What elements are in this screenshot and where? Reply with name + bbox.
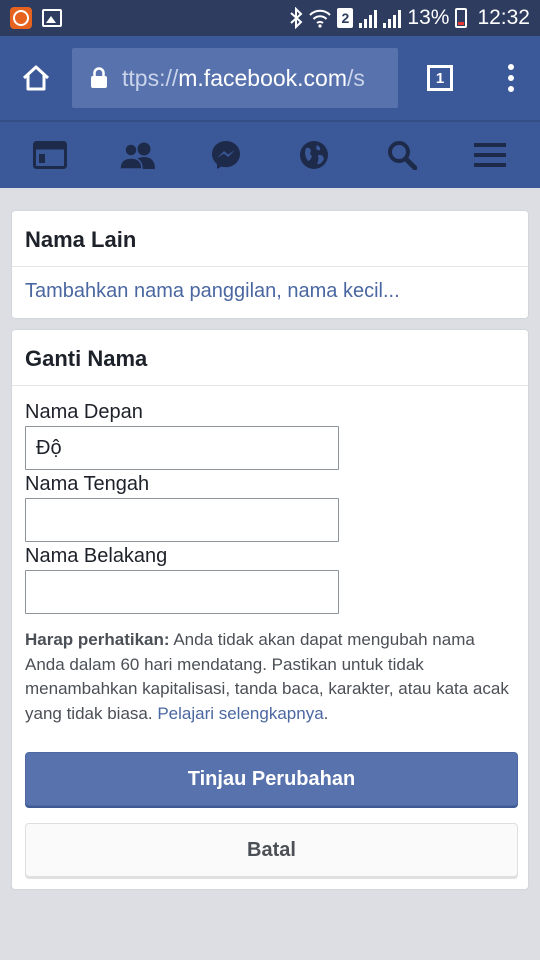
search-icon [388,141,417,170]
last-name-label: Nama Belakang [25,545,168,567]
nav-friends[interactable] [103,122,173,188]
name-change-notice: Harap perhatikan: Anda tidak akan dapat … [25,628,515,726]
battery-percent: 13% [407,6,450,29]
nav-news-feed[interactable] [15,122,85,188]
middle-name-input[interactable] [25,498,339,542]
review-changes-button[interactable]: Tinjau Perubahan [25,752,518,806]
messenger-icon [212,141,240,169]
app-notification-icon [10,7,32,29]
wifi-icon [309,8,332,28]
address-bar[interactable]: ttps://m.facebook.com/s [72,48,398,108]
first-name-label: Nama Depan [25,401,143,423]
notifications-globe-icon [300,141,328,169]
add-nickname-link[interactable]: Tambahkan nama panggilan, nama kecil... [12,267,528,316]
tabs-button[interactable]: 1 [398,36,482,120]
notice-end: . [323,703,329,723]
dot-icon [508,86,514,92]
status-bar: 2 13% 12:32 [0,0,540,36]
middle-name-label: Nama Tengah [25,473,150,495]
other-names-card: Nama Lain Tambahkan nama panggilan, nama… [11,210,529,319]
notice-bold: Harap perhatikan: [25,630,170,649]
menu-icon [474,143,506,167]
learn-more-link[interactable]: Pelajari selengkapnya [157,704,323,723]
home-icon [22,65,50,91]
change-name-form: Nama Depan Nama Tengah Nama Belakang Har… [12,386,528,877]
nav-search[interactable] [367,122,437,188]
lock-icon [91,67,107,88]
clock: 12:32 [477,6,530,29]
signal-icon [383,8,402,28]
friends-icon [119,142,155,169]
url-domain: m.facebook.com [178,64,347,91]
browser-toolbar: ttps://m.facebook.com/s 1 [0,36,540,120]
url-suffix: /s [347,64,365,91]
tab-count: 1 [427,65,453,91]
dot-icon [508,75,514,81]
overflow-menu-button[interactable] [482,36,540,120]
news-feed-icon [33,141,67,169]
battery-icon [455,8,468,28]
change-name-card: Ganti Nama Nama Depan Nama Tengah Nama B… [11,329,529,890]
sim-2-icon: 2 [337,8,354,28]
nav-messenger[interactable] [191,122,261,188]
other-names-title: Nama Lain [12,211,528,267]
gallery-icon [42,9,62,27]
home-button[interactable] [0,36,72,120]
last-name-input[interactable] [25,570,339,614]
dot-icon [508,64,514,70]
first-name-input[interactable] [25,426,339,470]
facebook-nav-bar [0,120,540,188]
url-prefix: ttps:// [122,64,179,91]
nav-notifications[interactable] [279,122,349,188]
bluetooth-icon [289,7,303,29]
nav-menu[interactable] [455,122,525,188]
signal-icon [359,8,378,28]
cancel-button[interactable]: Batal [25,823,518,877]
change-name-title: Ganti Nama [12,330,528,386]
